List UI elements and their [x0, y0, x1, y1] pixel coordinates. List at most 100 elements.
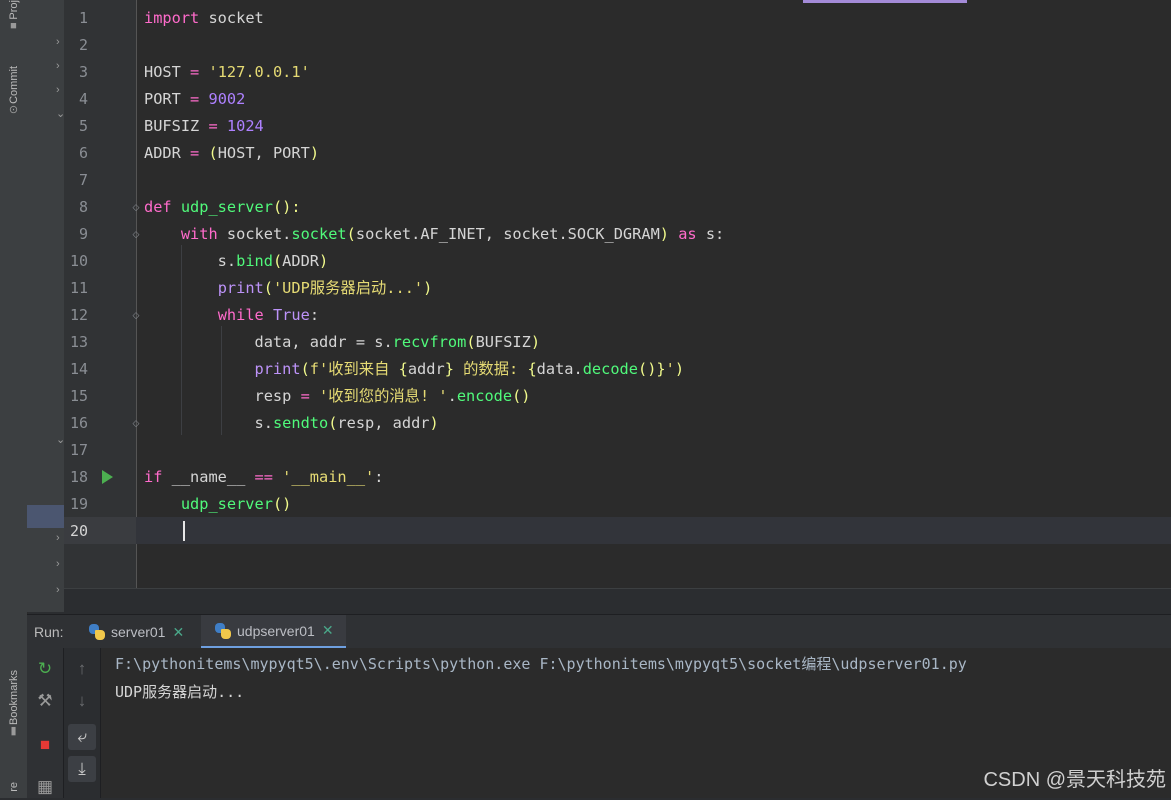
- code-line[interactable]: s.sendto(resp, addr): [144, 410, 439, 437]
- commit-icon: ⊙: [8, 103, 19, 116]
- code-token: (: [346, 225, 356, 243]
- run-tab-server01[interactable]: server01 ✕: [89, 615, 192, 649]
- code-token: s.: [144, 252, 237, 270]
- code-token: 的数据:: [453, 360, 528, 378]
- tree-chevron-icon[interactable]: ›: [56, 60, 64, 72]
- code-line[interactable]: import socket: [144, 5, 264, 32]
- code-token: :: [309, 306, 320, 324]
- code-token: =: [180, 144, 209, 162]
- tree-chevron-icon[interactable]: ›: [56, 584, 64, 596]
- soft-wrap-button[interactable]: ⤶: [68, 724, 96, 750]
- tree-chevron-icon[interactable]: ›: [56, 558, 64, 570]
- code-line[interactable]: data, addr = s.recvfrom(BUFSIZ): [144, 329, 541, 356]
- project-tool-tab[interactable]: Proj ■: [0, 0, 27, 32]
- structure-tab-label: re: [7, 782, 20, 792]
- code-token: (: [300, 360, 310, 378]
- code-token: udp_server: [180, 495, 273, 513]
- code-token: data.: [536, 360, 583, 378]
- line-number: 2: [78, 36, 88, 54]
- code-line[interactable]: ADDR = (HOST, PORT): [144, 140, 319, 167]
- code-line[interactable]: PORT = 9002: [144, 86, 245, 113]
- tree-chevron-icon[interactable]: ›: [56, 532, 64, 544]
- run-title: Run:: [34, 624, 64, 640]
- commit-tool-tab[interactable]: Commit ⊙: [0, 66, 27, 116]
- scroll-up-button[interactable]: ↑: [68, 656, 96, 682]
- code-token: PORT: [144, 90, 181, 108]
- code-line[interactable]: print('UDP服务器启动...'): [144, 275, 433, 302]
- scroll-to-end-button[interactable]: ⤓: [68, 756, 96, 782]
- code-token: s:: [696, 225, 725, 243]
- bookmark-icon: ▮: [10, 725, 17, 738]
- line-number: 8: [78, 198, 88, 216]
- code-token: s.: [144, 414, 273, 432]
- scroll-to-end-icon: ⤓: [78, 759, 86, 778]
- code-token: socket.: [217, 225, 292, 243]
- editor-horizontal-scrollbar[interactable]: [64, 588, 1171, 613]
- fold-end-marker-icon[interactable]: ◇: [131, 417, 141, 429]
- code-token: BUFSIZ: [475, 333, 531, 351]
- close-tab-icon[interactable]: ✕: [322, 622, 334, 639]
- tree-chevron-icon[interactable]: ›: [56, 36, 64, 48]
- code-line[interactable]: print(f'收到来自 {addr} 的数据: {data.decode()}…: [144, 356, 685, 383]
- line-number: 1: [78, 9, 88, 27]
- code-line[interactable]: udp_server(): [144, 491, 292, 518]
- project-tab-label: Proj: [7, 0, 20, 20]
- arrow-up-icon: ↑: [77, 659, 87, 678]
- code-token: __name__: [162, 468, 255, 486]
- structure-tool-tab[interactable]: re: [0, 782, 27, 792]
- fold-marker-icon[interactable]: ◇: [131, 228, 141, 240]
- code-token: BUFSIZ: [144, 117, 200, 135]
- code-token: recvfrom: [392, 333, 467, 351]
- code-line[interactable]: with socket.socket(socket.AF_INET, socke…: [144, 221, 724, 248]
- code-token: resp, addr: [337, 414, 430, 432]
- tree-selected-row[interactable]: [27, 505, 64, 528]
- rerun-button[interactable]: ↻: [31, 656, 59, 682]
- code-token: =: [199, 117, 227, 135]
- code-token: ': [665, 360, 675, 378]
- fold-marker-icon[interactable]: ◇: [131, 201, 141, 213]
- settings-button[interactable]: ⚒: [31, 688, 59, 714]
- scroll-down-button[interactable]: ↓: [68, 688, 96, 714]
- watermark: CSDN @景天科技苑: [983, 769, 1166, 791]
- tree-chevron-icon[interactable]: ›: [56, 84, 64, 96]
- tree-chevron-down-icon[interactable]: ⌄: [56, 434, 65, 446]
- line-number: 3: [78, 63, 88, 81]
- code-line[interactable]: resp = '收到您的消息! '.encode(): [144, 383, 531, 410]
- code-line[interactable]: def udp_server():: [144, 194, 301, 221]
- code-line[interactable]: BUFSIZ = 1024: [144, 113, 264, 140]
- code-token: encode: [456, 387, 513, 405]
- code-line[interactable]: if __name__ == '__main__':: [144, 464, 384, 491]
- code-token: =: [300, 387, 319, 405]
- run-toolbar-primary: ↻ ⚒ ■ ▦: [27, 648, 64, 798]
- tree-chevron-down-icon[interactable]: ⌄: [56, 108, 65, 120]
- code-token: resp: [144, 387, 301, 405]
- code-line[interactable]: while True:: [144, 302, 319, 329]
- code-token: if: [144, 468, 163, 486]
- run-gutter-icon[interactable]: [102, 470, 113, 484]
- tool-window-stripe: Proj ■ Commit ⊙ Bookmarks ▮ re: [0, 0, 28, 798]
- bookmarks-tab-label: Bookmarks: [7, 670, 20, 726]
- bookmarks-tool-tab[interactable]: Bookmarks ▮: [0, 670, 27, 737]
- fold-marker-icon[interactable]: ◇: [131, 309, 141, 321]
- code-token: f'收到来自: [309, 360, 399, 378]
- code-token: ): [423, 279, 433, 297]
- line-number: 20: [69, 522, 88, 540]
- close-tab-icon[interactable]: ✕: [172, 624, 184, 641]
- code-line[interactable]: HOST = '127.0.0.1': [144, 59, 310, 86]
- run-tab-label: server01: [111, 624, 166, 640]
- layout-button[interactable]: ▦: [31, 774, 59, 800]
- code-editor[interactable]: 1 2 3 4 5 6 7 8 9 10 11 12 13 14 15 16 17 18 19 20 ◇ ◇ ◇ ◇ …: [64, 0, 1171, 588]
- line-number: 4: [78, 90, 88, 108]
- run-tab-udpserver01[interactable]: udpserver01 ✕: [201, 615, 346, 649]
- code-token: .: [447, 387, 457, 405]
- code-token: {: [398, 360, 408, 378]
- folder-icon: ■: [10, 19, 17, 32]
- stop-button[interactable]: ■: [31, 732, 59, 758]
- code-line[interactable]: s.bind(ADDR): [144, 248, 329, 275]
- code-token: print: [217, 279, 264, 297]
